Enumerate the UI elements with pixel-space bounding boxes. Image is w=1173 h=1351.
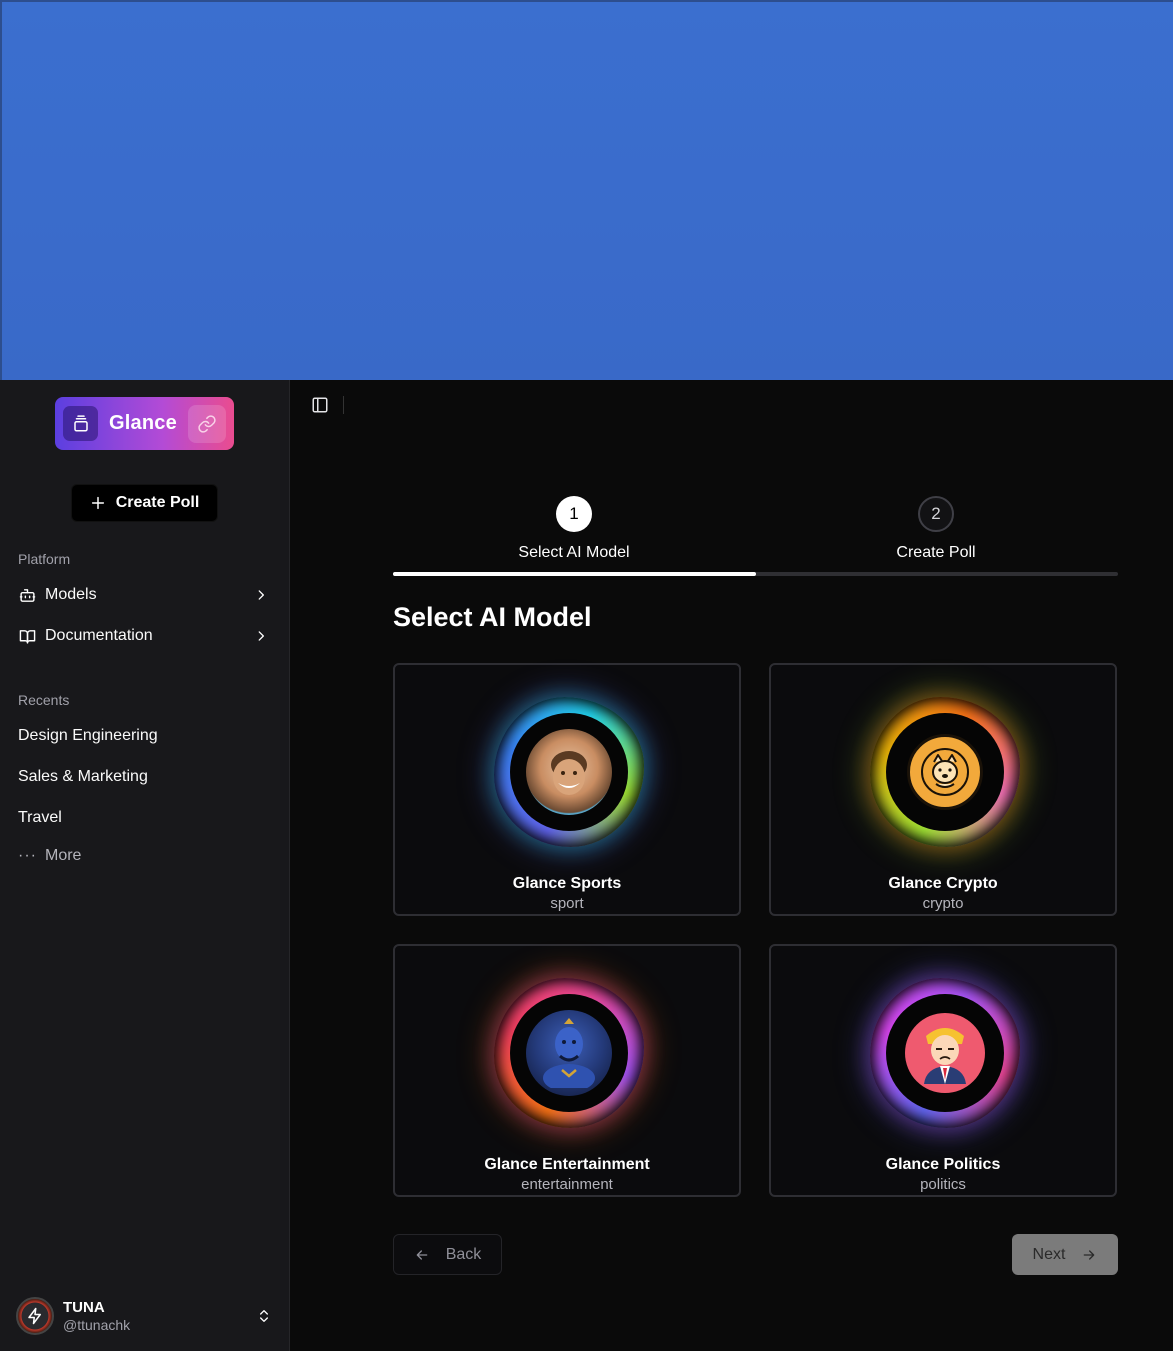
more-button[interactable]: ··· More <box>18 847 81 865</box>
smiling-man-avatar <box>526 729 612 815</box>
step-create-poll[interactable]: 2 Create Poll <box>755 496 1117 562</box>
model-category: crypto <box>922 895 964 912</box>
layers-icon <box>63 406 98 441</box>
progress-fill <box>393 572 756 576</box>
step-number: 2 <box>918 496 954 532</box>
model-card-politics[interactable]: Glance Politics politics <box>769 944 1117 1197</box>
step-label: Create Poll <box>896 544 976 561</box>
page-title: Select AI Model <box>393 602 592 632</box>
sidebar-item-models[interactable]: Models <box>18 580 274 610</box>
model-card-crypto[interactable]: Glance Crypto crypto <box>769 663 1117 916</box>
doge-coin-icon <box>907 734 983 810</box>
sidebar-item-label: Documentation <box>45 627 153 644</box>
chevron-right-icon <box>258 631 264 641</box>
model-name: Glance Entertainment <box>484 1156 650 1173</box>
model-card-entertainment[interactable]: Glance Entertainment entertainment <box>393 944 741 1197</box>
lightning-icon <box>28 1307 41 1325</box>
sidebar-item-label: Models <box>45 586 97 603</box>
step-number: 1 <box>556 496 592 532</box>
create-poll-label: Create Poll <box>115 494 200 511</box>
next-button[interactable]: Next <box>1012 1234 1118 1275</box>
user-menu[interactable]: TUNA @ttunachk <box>16 1295 278 1337</box>
back-button[interactable]: Back <box>393 1234 502 1275</box>
top-banner <box>0 0 1173 380</box>
link-icon[interactable] <box>188 404 226 443</box>
model-glow <box>870 978 1020 1128</box>
ellipsis-icon: ··· <box>18 847 37 864</box>
more-label: More <box>45 847 82 864</box>
model-name: Glance Sports <box>512 875 622 892</box>
model-card-sports[interactable]: Glance Sports sport <box>393 663 741 916</box>
bot-icon <box>18 586 36 604</box>
model-name: Glance Politics <box>885 1156 1001 1173</box>
model-glow <box>870 697 1020 847</box>
back-label: Back <box>445 1245 482 1263</box>
step-select-model[interactable]: 1 Select AI Model <box>393 496 755 562</box>
model-category: politics <box>920 1176 966 1193</box>
arrow-left-icon <box>416 1249 428 1260</box>
app-window: Glance Create Poll Platform Models Docum… <box>0 380 1173 1351</box>
brand-switcher[interactable]: Glance <box>55 397 234 450</box>
model-glow <box>494 978 644 1128</box>
header-divider <box>343 396 344 414</box>
recent-item[interactable]: Travel <box>18 809 62 827</box>
recent-item[interactable]: Sales & Marketing <box>18 768 148 786</box>
genie-avatar <box>526 1010 612 1096</box>
create-poll-button[interactable]: Create Poll <box>71 484 218 522</box>
arrow-right-icon <box>1084 1249 1095 1260</box>
user-handle: @ttunachk <box>63 1316 131 1333</box>
model-category: sport <box>550 895 584 912</box>
progress-track <box>393 572 1118 576</box>
sidebar-item-documentation[interactable]: Documentation <box>18 621 274 651</box>
avatar <box>16 1297 54 1335</box>
book-icon <box>18 627 36 645</box>
model-category: entertainment <box>521 1176 613 1193</box>
step-label: Select AI Model <box>518 544 630 561</box>
stepper: 1 Select AI Model 2 Create Poll <box>393 496 1118 578</box>
sidebar-toggle-icon[interactable] <box>311 396 329 414</box>
sidebar: Glance Create Poll Platform Models Docum… <box>0 380 290 1351</box>
chevrons-up-down-icon <box>260 1310 268 1322</box>
recent-item[interactable]: Design Engineering <box>18 727 158 745</box>
user-name: TUNA <box>63 1299 105 1317</box>
brand-name: Glance <box>109 412 177 434</box>
plus-icon <box>91 496 104 510</box>
platform-section-label: Platform <box>18 551 71 567</box>
next-label: Next <box>1032 1245 1066 1263</box>
recents-section-label: Recents <box>18 692 70 708</box>
politician-avatar <box>905 1013 985 1093</box>
model-name: Glance Crypto <box>888 875 998 892</box>
model-glow <box>494 697 644 847</box>
main-content: 1 Select AI Model 2 Create Poll Select A… <box>290 380 1173 1351</box>
chevron-right-icon <box>258 590 264 600</box>
